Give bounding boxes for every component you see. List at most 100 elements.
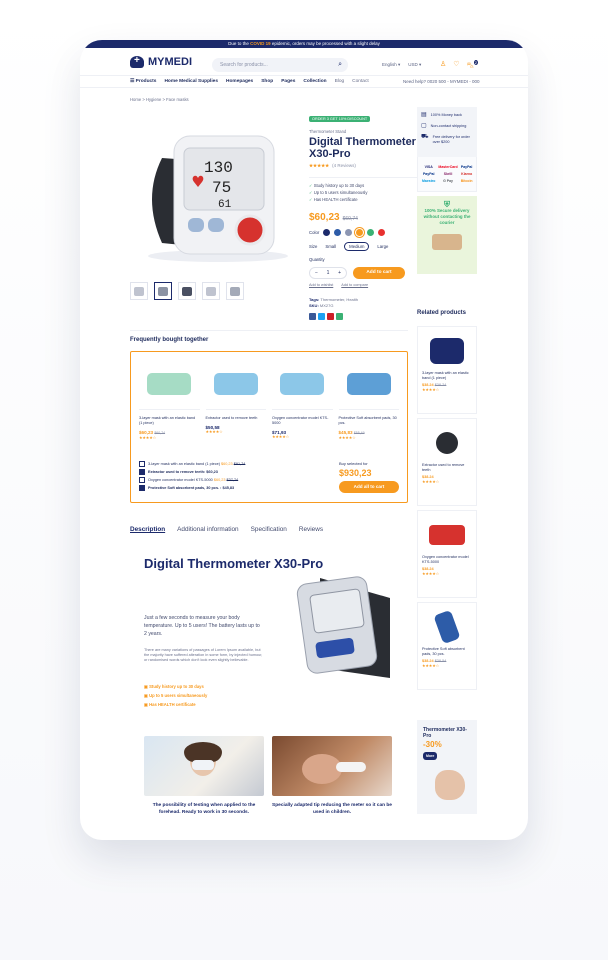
- promo-more-button[interactable]: More: [423, 752, 438, 760]
- benefit-text: Free delivery for order over $200: [432, 135, 470, 144]
- related-product-card[interactable]: Extractor used to remove teeth $38.24 ★★…: [417, 418, 477, 506]
- product-brand[interactable]: Thermometer Stand: [309, 129, 419, 134]
- money-back-icon: ▤: [421, 112, 427, 118]
- facebook-icon[interactable]: [309, 313, 316, 320]
- fbt-checkbox-item[interactable]: Protective Soft absorbent pads, 30 pcs. …: [139, 484, 245, 492]
- tab-specification[interactable]: Specification: [251, 526, 287, 533]
- nav-shop[interactable]: Shop: [261, 79, 273, 84]
- fbt-item[interactable]: Oxygen concentrator model KTS-5000 $71,9…: [272, 358, 333, 441]
- price-current: $38.24: [422, 567, 434, 571]
- cart-icon[interactable]: ⛍2: [467, 60, 479, 70]
- item-label: Oxygen concentrator model KTS-5000: [148, 478, 214, 482]
- tags-value[interactable]: Thermometer, Health: [320, 297, 358, 302]
- product-main-image[interactable]: 130 75 61: [132, 118, 304, 268]
- product-image: [422, 607, 472, 647]
- nav-products[interactable]: ☰ Products: [130, 79, 156, 84]
- search-icon[interactable]: ⌕: [338, 58, 342, 72]
- tab-description[interactable]: Description: [130, 526, 165, 533]
- product-image: [422, 331, 472, 371]
- discount-badge: ORDER 3 GET 10% DISCOUNT: [309, 116, 371, 122]
- feature-item: Study history up to 30 days: [309, 182, 419, 189]
- thumbnail[interactable]: [178, 282, 196, 300]
- search-input[interactable]: Search for products... ⌕: [212, 58, 348, 72]
- product-meta: Tags: Thermometer, Health SKU: MX27G: [309, 297, 419, 309]
- cart-count-badge: 2: [473, 60, 479, 65]
- language-select[interactable]: English ▾: [382, 62, 400, 68]
- site-header: MYMEDI Search for products... ⌕ English …: [80, 48, 528, 76]
- price-old: $55,49: [353, 431, 365, 435]
- price-old: $38.54: [434, 659, 447, 663]
- fbt-checkbox-item[interactable]: Extractor used to remove teeth: $60,23: [139, 468, 245, 476]
- related-product-card[interactable]: 3-layer mask with an elastic band (1 pie…: [417, 326, 477, 414]
- benefit-item: ▢ Non-contact shipping: [421, 123, 473, 129]
- announcement-highlight: COVID 19: [250, 41, 271, 46]
- nav-home-medical[interactable]: Home Medical Supplies: [164, 79, 218, 84]
- nav-collection[interactable]: Collection: [303, 79, 326, 84]
- tab-additional-info[interactable]: Additional information: [177, 526, 238, 533]
- secure-delivery-banner[interactable]: ⛨ 100% Secure delivery without contactin…: [417, 196, 477, 274]
- fbt-item[interactable]: Extractor used to remove teeth $50,58 ★★…: [205, 358, 266, 441]
- size-medium[interactable]: Medium: [344, 242, 370, 251]
- thumbnail[interactable]: [130, 282, 148, 300]
- pinterest-icon[interactable]: [327, 313, 334, 320]
- related-product-card[interactable]: Protective Soft absorbent pads, 30 pcs. …: [417, 602, 477, 690]
- price-current: $60,23: [309, 212, 340, 223]
- benefit-text: 100% Money back: [430, 113, 462, 117]
- color-swatch[interactable]: [378, 229, 386, 236]
- search-placeholder: Search for products...: [220, 62, 268, 68]
- quantity-stepper[interactable]: − 1 +: [309, 267, 347, 279]
- size-large[interactable]: Large: [373, 243, 392, 250]
- product-name: Extractor used to remove teeth: [422, 463, 465, 472]
- nav-pages[interactable]: Pages: [281, 79, 295, 84]
- minus-icon[interactable]: −: [315, 268, 318, 278]
- package-icon: ▢: [421, 123, 427, 129]
- color-swatch[interactable]: [334, 229, 342, 236]
- user-icon[interactable]: ♙: [440, 60, 446, 70]
- feature-list: Study history up to 30 days Up to 5 user…: [309, 177, 419, 203]
- heart-icon[interactable]: ♡: [453, 60, 459, 70]
- visa-logo: VISA: [424, 165, 433, 169]
- add-to-compare-link[interactable]: Add to compare: [341, 283, 368, 287]
- fbt-item[interactable]: 3-layer mask with an elastic band (1 pie…: [139, 358, 200, 441]
- color-swatch[interactable]: [323, 229, 331, 236]
- browser-card: Due to the COVID 19 epidemic, orders may…: [80, 40, 528, 840]
- product-name: Extractor used to remove teeth: [205, 416, 258, 420]
- paypal-logo: PayPal: [460, 165, 473, 169]
- fbt-item[interactable]: Protective Soft absorbent pads, 30 pcs. …: [338, 358, 399, 441]
- fbt-checkbox-item[interactable]: 3-layer mask with an elastic band (1 pie…: [139, 460, 245, 468]
- product-rating[interactable]: ★★★★★ (4 Reviews): [309, 163, 419, 169]
- plus-icon[interactable]: +: [338, 268, 341, 278]
- logo[interactable]: MYMEDI: [130, 55, 192, 68]
- thumbnail[interactable]: [202, 282, 220, 300]
- promo-thermometer-banner[interactable]: Thermometer X30-Pro -30% More: [417, 720, 477, 814]
- add-to-cart-button[interactable]: Add to cart: [353, 267, 405, 279]
- twitter-icon[interactable]: [318, 313, 325, 320]
- item-old-price: $37,74: [226, 478, 239, 482]
- rating-stars: ★★★★☆: [422, 388, 440, 392]
- size-small[interactable]: Small: [321, 243, 340, 250]
- item-old-price: $91,74: [233, 462, 246, 466]
- whatsapp-icon[interactable]: [336, 313, 343, 320]
- color-label: Color: [309, 230, 320, 235]
- color-swatch-selected[interactable]: [356, 229, 364, 236]
- thumbnail[interactable]: [226, 282, 244, 300]
- help-phone: Need help? 0020 500 - MYMEDI - 000: [403, 79, 480, 84]
- related-product-card[interactable]: Oxygen concentrator model KTS-5000 $38.2…: [417, 510, 477, 598]
- product-image: [272, 358, 333, 410]
- nav-contact[interactable]: Contact: [352, 79, 369, 84]
- currency-select[interactable]: USD ▾: [408, 62, 421, 68]
- color-swatch[interactable]: [367, 229, 375, 236]
- color-swatch[interactable]: [345, 229, 353, 236]
- description-bullets: Study history up to 30 days Up to 5 user…: [144, 682, 207, 709]
- thumbnail-active[interactable]: [154, 282, 172, 300]
- nav-blog[interactable]: Blog: [335, 79, 345, 84]
- feature-item: Up to 5 users simultaneously: [309, 189, 419, 196]
- breadcrumb[interactable]: Home > Hygiene > Face masks: [130, 97, 189, 102]
- tab-reviews[interactable]: Reviews: [299, 526, 323, 533]
- benefit-text: Non-contact shipping: [430, 124, 467, 128]
- page-background: Due to the COVID 19 epidemic, orders may…: [0, 0, 608, 960]
- add-all-to-cart-button[interactable]: Add all to cart: [339, 481, 399, 493]
- fbt-checkbox-item[interactable]: Oxygen concentrator model KTS-5000 $60,2…: [139, 476, 245, 484]
- add-to-wishlist-link[interactable]: Add to wishlist: [309, 283, 333, 287]
- nav-homepages[interactable]: Homepages: [226, 79, 253, 84]
